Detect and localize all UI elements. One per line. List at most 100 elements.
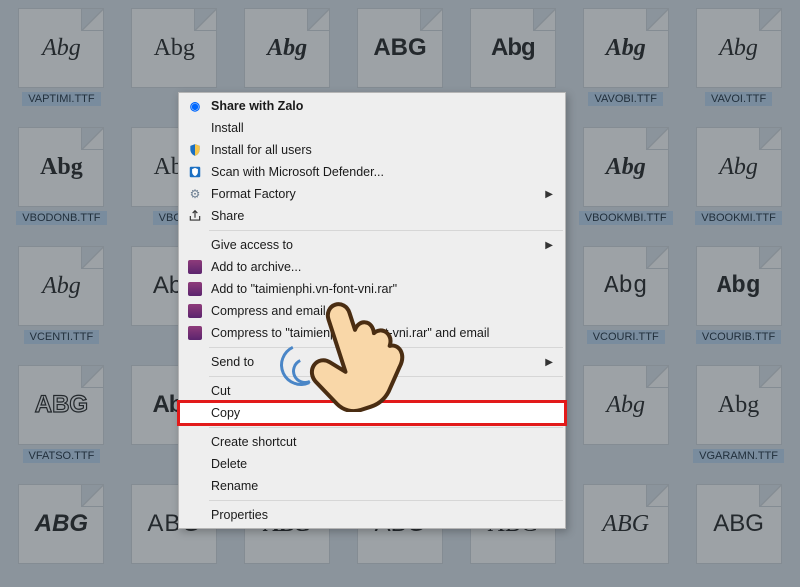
menu-label: Compress to "taimienphi.vn-font-vni.rar"… [211, 326, 555, 340]
menu-label: Give access to [211, 238, 545, 252]
archive-icon [185, 325, 205, 341]
file-label: VBOOKMBI.TTF [579, 211, 673, 225]
file-label: VBODONB.TTF [16, 211, 106, 225]
font-file-icon: Abg [696, 365, 782, 445]
menu-label: Cut [211, 384, 555, 398]
chevron-right-icon: ▶ [545, 240, 553, 251]
file-label: VAVOI.TTF [705, 92, 772, 106]
font-file-item[interactable]: Abg VGARAMN.TTF [685, 361, 792, 476]
menu-share[interactable]: Share [179, 205, 565, 227]
blank-icon [185, 456, 205, 472]
menu-cut[interactable]: Cut [179, 380, 565, 402]
menu-add-named-archive[interactable]: Add to "taimienphi.vn-font-vni.rar" [179, 278, 565, 300]
chevron-right-icon: ▶ [545, 189, 553, 200]
font-file-icon: Abg [18, 127, 104, 207]
font-file-icon: Abg [470, 8, 556, 88]
menu-compress-named-email[interactable]: Compress to "taimienphi.vn-font-vni.rar"… [179, 322, 565, 344]
menu-create-shortcut[interactable]: Create shortcut [179, 431, 565, 453]
blank-icon [185, 507, 205, 523]
menu-defender[interactable]: Scan with Microsoft Defender... [179, 161, 565, 183]
file-label: VAPTIMI.TTF [22, 92, 100, 106]
menu-install[interactable]: Install [179, 117, 565, 139]
font-file-icon: ABG [18, 365, 104, 445]
font-file-icon: Abg [244, 8, 330, 88]
blank-icon [185, 478, 205, 494]
font-file-item[interactable]: Abg VBOOKMI.TTF [685, 123, 792, 238]
menu-install-all[interactable]: Install for all users [179, 139, 565, 161]
font-file-item[interactable]: AbgVCOURIB.TTF [685, 242, 792, 357]
font-file-item[interactable]: ABG [685, 480, 792, 583]
font-file-item[interactable]: Abg VAVOI.TTF [685, 4, 792, 119]
font-file-item[interactable]: Abg VCENTI.TTF [8, 242, 115, 357]
font-file-icon: ABG [18, 484, 104, 564]
file-label: VCOURIB.TTF [696, 330, 781, 344]
font-file-item[interactable]: Abg [572, 361, 679, 476]
file-label: VAVOBI.TTF [588, 92, 663, 106]
archive-icon [185, 259, 205, 275]
menu-format-factory[interactable]: ⚙ Format Factory ▶ [179, 183, 565, 205]
menu-send-to[interactable]: Send to ▶ [179, 351, 565, 373]
chevron-right-icon: ▶ [545, 357, 553, 368]
font-file-item[interactable]: Abg VCOURI.TTF [572, 242, 679, 357]
blank-icon [185, 405, 205, 421]
menu-separator [209, 427, 563, 428]
menu-label: Format Factory [211, 187, 545, 201]
menu-add-archive[interactable]: Add to archive... [179, 256, 565, 278]
font-file-icon: Abg [583, 365, 669, 445]
menu-label: Install for all users [211, 143, 555, 157]
font-file-icon: Abg [131, 8, 217, 88]
font-file-icon: ABG [583, 484, 669, 564]
font-file-item[interactable]: ABG [8, 480, 115, 583]
file-label: VBOOKMI.TTF [695, 211, 782, 225]
font-file-icon: Abg [696, 127, 782, 207]
font-file-icon: Abg [583, 246, 669, 326]
menu-label: Add to archive... [211, 260, 555, 274]
file-label: VFATSO.TTF [23, 449, 101, 463]
blank-icon [185, 383, 205, 399]
menu-separator [209, 500, 563, 501]
menu-give-access[interactable]: Give access to ▶ [179, 234, 565, 256]
font-file-icon: Abg [583, 8, 669, 88]
font-file-icon: ABG [696, 484, 782, 564]
blank-icon [185, 434, 205, 450]
blank-icon [185, 120, 205, 136]
menu-label: Share [211, 209, 555, 223]
menu-separator [209, 376, 563, 377]
font-file-item[interactable]: AbgVAPTIMI.TTF [8, 4, 115, 119]
archive-icon [185, 281, 205, 297]
font-file-item[interactable]: Abg VBODONB.TTF [8, 123, 115, 238]
blank-icon [185, 237, 205, 253]
font-file-icon: Abg [696, 8, 782, 88]
file-label: VCENTI.TTF [24, 330, 100, 344]
menu-properties[interactable]: Properties [179, 504, 565, 526]
menu-share-zalo[interactable]: ◉ Share with Zalo [179, 95, 565, 117]
archive-icon [185, 303, 205, 319]
font-file-item[interactable]: Abg VBOOKMBI.TTF [572, 123, 679, 238]
menu-label: Create shortcut [211, 435, 555, 449]
menu-label: Properties [211, 508, 555, 522]
menu-separator [209, 230, 563, 231]
zalo-icon: ◉ [185, 98, 205, 114]
format-factory-icon: ⚙ [185, 186, 205, 202]
menu-label: Delete [211, 457, 555, 471]
font-file-icon: Abg [18, 246, 104, 326]
menu-label: Add to "taimienphi.vn-font-vni.rar" [211, 282, 555, 296]
menu-rename[interactable]: Rename [179, 475, 565, 497]
font-file-item[interactable]: ABG [572, 480, 679, 583]
file-label: VGARAMN.TTF [693, 449, 784, 463]
menu-label: Share with Zalo [211, 99, 555, 113]
share-icon [185, 208, 205, 224]
file-label: VCOURI.TTF [587, 330, 665, 344]
menu-label: Compress and email... [211, 304, 555, 318]
menu-label: Rename [211, 479, 555, 493]
blank-icon [185, 354, 205, 370]
menu-delete[interactable]: Delete [179, 453, 565, 475]
menu-label: Copy [211, 406, 555, 420]
menu-label: Install [211, 121, 555, 135]
font-file-item[interactable]: Abg VAVOBI.TTF [572, 4, 679, 119]
menu-copy[interactable]: Copy [179, 402, 565, 424]
shield-icon [185, 142, 205, 158]
font-file-item[interactable]: ABG VFATSO.TTF [8, 361, 115, 476]
font-file-icon: Abg [583, 127, 669, 207]
menu-compress-email[interactable]: Compress and email... [179, 300, 565, 322]
